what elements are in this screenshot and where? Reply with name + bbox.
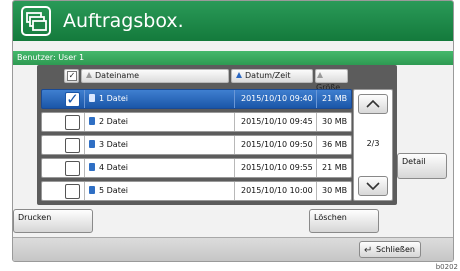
- file-name: 3 Datei: [99, 140, 128, 149]
- table-row[interactable]: 2 Datei 2015/10/10 09:45 30 MB: [41, 112, 352, 132]
- scroll-panel: 2/3: [353, 89, 393, 201]
- chevron-up-icon: [366, 99, 380, 108]
- app-title: Auftragsbox.: [63, 10, 184, 32]
- close-button[interactable]: ↵ Schließen: [359, 241, 421, 258]
- file-date: 2015/10/10 09:45: [234, 113, 316, 131]
- sort-icon: [86, 72, 92, 78]
- figure-reference: b0202: [435, 263, 458, 271]
- row-checkbox[interactable]: [65, 115, 80, 130]
- row-checkbox[interactable]: [65, 138, 80, 153]
- file-size: 36 MB: [316, 136, 351, 154]
- delete-button[interactable]: Löschen: [309, 209, 379, 233]
- column-header-size[interactable]: Größe: [315, 69, 348, 92]
- select-all-checkbox[interactable]: ✓: [67, 71, 77, 81]
- file-icon: [89, 140, 95, 148]
- file-table: ✓ Dateiname Datum/Zeit Größe ✓ 1 Datei 2…: [37, 65, 397, 205]
- file-date: 2015/10/10 10:00: [234, 182, 316, 200]
- table-row[interactable]: 4 Datei 2015/10/10 09:55 21 MB: [41, 158, 352, 178]
- file-date: 2015/10/10 09:50: [234, 136, 316, 154]
- panel-screen: Auftragsbox. Benutzer: User 1 ✓ Dateinam…: [12, 0, 454, 262]
- file-size: 21 MB: [316, 159, 351, 177]
- file-name: 4 Datei: [99, 163, 128, 172]
- file-date: 2015/10/10 09:55: [234, 159, 316, 177]
- file-icon: [89, 94, 95, 102]
- file-size: 30 MB: [316, 182, 351, 200]
- page-indicator: 2/3: [366, 139, 380, 148]
- table-row[interactable]: 3 Datei 2015/10/10 09:50 36 MB: [41, 135, 352, 155]
- user-bar: Benutzer: User 1: [13, 51, 453, 65]
- main-content: ✓ Dateiname Datum/Zeit Größe ✓ 1 Datei 2…: [13, 65, 453, 237]
- file-name: 2 Datei: [99, 117, 128, 126]
- table-row[interactable]: 5 Datei 2015/10/10 10:00 30 MB: [41, 181, 352, 201]
- print-button[interactable]: Drucken: [13, 209, 93, 233]
- file-size: 30 MB: [316, 113, 351, 131]
- select-all-header[interactable]: ✓: [64, 69, 79, 83]
- row-checkbox[interactable]: ✓: [65, 92, 80, 107]
- row-checkbox[interactable]: [65, 161, 80, 176]
- title-bar: Auftragsbox.: [13, 1, 453, 41]
- column-header-name[interactable]: Dateiname: [81, 69, 229, 83]
- sort-icon: [236, 72, 242, 78]
- detail-button[interactable]: Detail: [397, 153, 447, 179]
- column-header-date[interactable]: Datum/Zeit: [231, 69, 313, 83]
- footer-bar: ↵ Schließen: [13, 237, 453, 261]
- return-icon: ↵: [364, 245, 373, 256]
- file-name: 5 Datei: [99, 186, 128, 195]
- file-name: 1 Datei: [99, 94, 128, 103]
- sort-icon: [317, 72, 323, 78]
- table-row[interactable]: ✓ 1 Datei 2015/10/10 09:40 21 MB: [41, 89, 352, 109]
- file-icon: [89, 163, 95, 171]
- scroll-up-button[interactable]: [358, 94, 388, 114]
- chevron-down-icon: [366, 182, 380, 191]
- file-date: 2015/10/10 09:40: [234, 90, 316, 108]
- scroll-down-button[interactable]: [358, 176, 388, 196]
- file-icon: [89, 186, 95, 194]
- file-icon: [89, 117, 95, 125]
- file-size: 21 MB: [316, 90, 351, 108]
- job-box-icon: [21, 6, 51, 36]
- row-checkbox[interactable]: [65, 184, 80, 199]
